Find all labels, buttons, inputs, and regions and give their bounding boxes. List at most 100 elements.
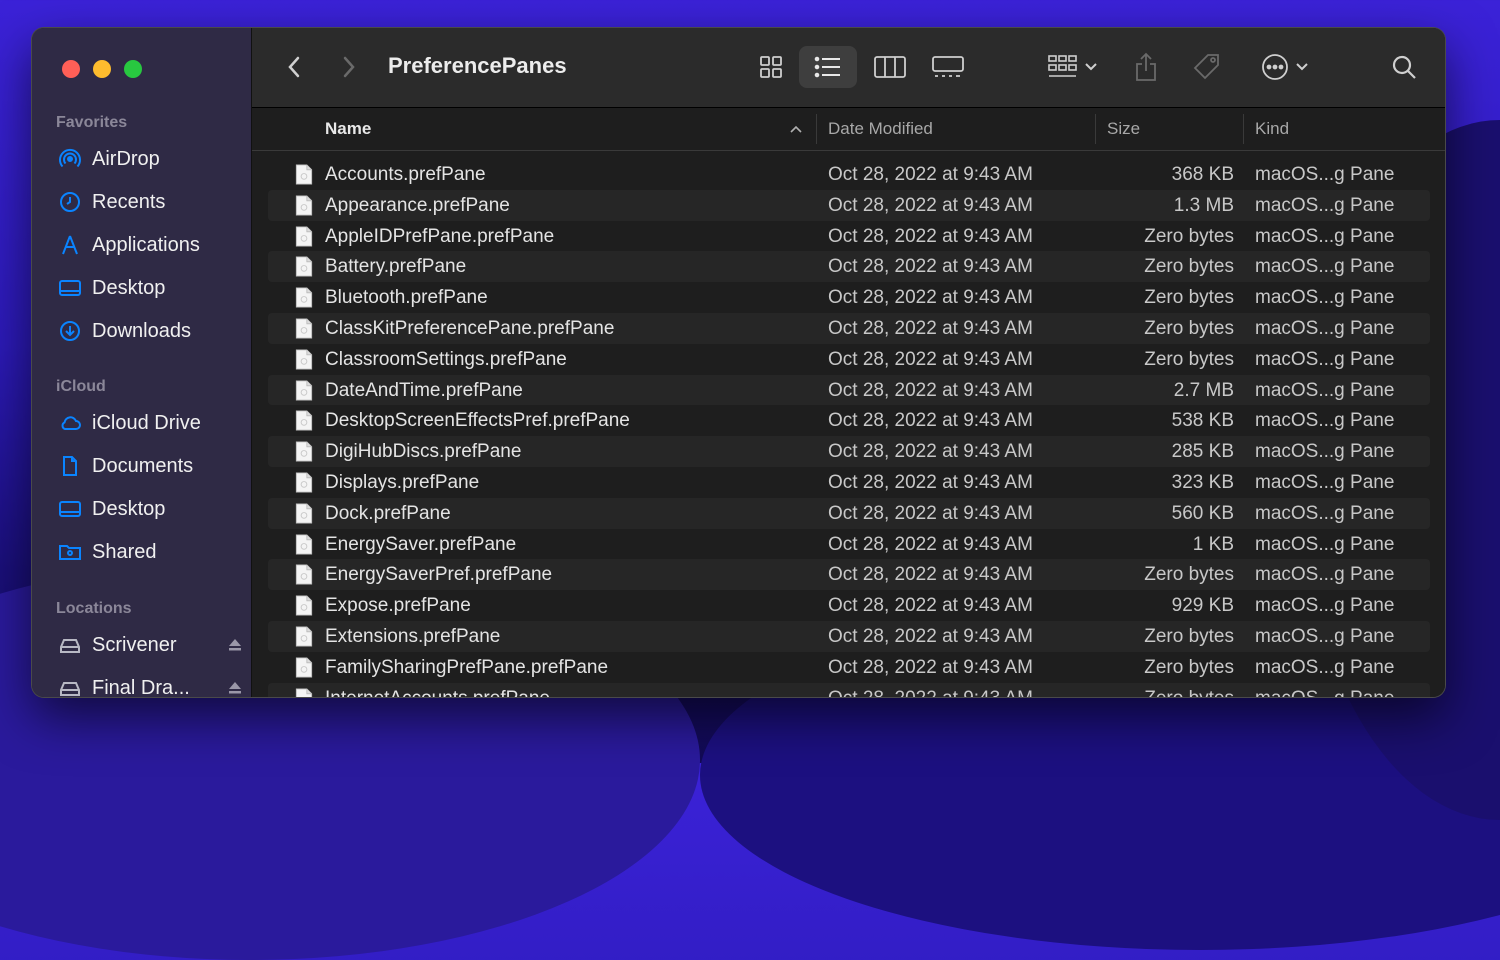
table-row[interactable]: Accounts.prefPane Oct 28, 2022 at 9:43 AM… xyxy=(268,159,1430,190)
cloud-icon xyxy=(58,411,82,435)
icon-view-button[interactable] xyxy=(753,48,789,86)
table-row[interactable]: DateAndTime.prefPane Oct 28, 2022 at 9:43… xyxy=(268,375,1430,406)
ellipsis-circle-icon xyxy=(1261,53,1289,81)
file-date-modified: Oct 28, 2022 at 9:43 AM xyxy=(828,164,1033,186)
file-name: Bluetooth.prefPane xyxy=(325,287,488,309)
list-view-button[interactable] xyxy=(799,46,857,88)
column-name[interactable]: Name xyxy=(325,119,371,139)
column-kind[interactable]: Kind xyxy=(1255,119,1289,139)
column-date-modified[interactable]: Date Modified xyxy=(828,119,933,139)
gallery-view-button[interactable] xyxy=(929,48,967,86)
sidebar-item-label: Scrivener xyxy=(92,634,176,657)
sidebar-item-airdrop[interactable]: AirDrop xyxy=(58,142,160,176)
table-row[interactable]: ClassroomSettings.prefPane Oct 28, 2022 a… xyxy=(268,344,1430,375)
file-date-modified: Oct 28, 2022 at 9:43 AM xyxy=(828,626,1033,648)
sidebar-item-label: Documents xyxy=(92,455,193,478)
file-kind: macOS...g Pane xyxy=(1255,195,1394,217)
table-row[interactable]: ClassKitPreferencePane.prefPaneOct 28, 2… xyxy=(268,313,1430,344)
sidebar-item-icloud-drive[interactable]: iCloud Drive xyxy=(58,406,201,440)
minimize-button[interactable] xyxy=(93,60,111,78)
tag-icon xyxy=(1192,52,1222,82)
sidebar-item-shared[interactable]: Shared xyxy=(58,535,157,569)
sidebar-item-label: Desktop xyxy=(92,277,165,300)
back-button[interactable] xyxy=(282,50,306,84)
file-name: ClassroomSettings.prefPane xyxy=(325,349,567,371)
chevron-left-icon xyxy=(287,55,301,79)
sidebar-item-label: Desktop xyxy=(92,498,165,521)
column-divider[interactable] xyxy=(816,114,817,144)
sidebar-item-recents[interactable]: Recents xyxy=(58,185,165,219)
file-icon xyxy=(294,564,314,585)
table-row[interactable]: EnergySaverPref.prefPaneOct 28, 2022 at … xyxy=(268,559,1430,590)
file-date-modified: Oct 28, 2022 at 9:43 AM xyxy=(828,472,1033,494)
file-date-modified: Oct 28, 2022 at 9:43 AM xyxy=(828,657,1033,679)
sidebar-item-label: Applications xyxy=(92,234,200,257)
share-button[interactable] xyxy=(1130,48,1162,86)
sidebar-item-downloads[interactable]: Downloads xyxy=(58,314,191,348)
gallery-icon xyxy=(932,55,964,79)
file-date-modified: Oct 28, 2022 at 9:43 AM xyxy=(828,380,1033,402)
file-date-modified: Oct 28, 2022 at 9:43 AM xyxy=(828,287,1033,309)
table-row[interactable]: Bluetooth.prefPane Oct 28, 2022 at 9:43 A… xyxy=(268,282,1430,313)
table-row[interactable]: DigiHubDiscs.prefPaneOct 28, 2022 at 9:4… xyxy=(268,436,1430,467)
file-kind: macOS...g Pane xyxy=(1255,318,1394,340)
file-date-modified: Oct 28, 2022 at 9:43 AM xyxy=(828,349,1033,371)
more-actions-button[interactable] xyxy=(1255,48,1315,86)
column-view-button[interactable] xyxy=(871,48,909,86)
column-divider[interactable] xyxy=(1243,114,1244,144)
main-pane: PreferencePanes xyxy=(252,28,1445,697)
sidebar-item-applications[interactable]: Applications xyxy=(58,228,200,262)
shared-folder-icon xyxy=(58,540,82,564)
sidebar: Favorites AirDrop Recents Applications D… xyxy=(32,28,252,697)
table-row[interactable]: AppleIDPrefPane.prefPaneOct 28, 2022 at … xyxy=(268,221,1430,252)
file-size: Zero bytes xyxy=(1144,349,1234,371)
table-row[interactable]: Dock.prefPaneOct 28, 2022 at 9:43 AM560 … xyxy=(268,498,1430,529)
search-button[interactable] xyxy=(1388,50,1420,84)
file-icon xyxy=(294,595,314,616)
file-name: DateAndTime.prefPane xyxy=(325,380,523,402)
file-name: Accounts.prefPane xyxy=(325,164,486,186)
file-size: 323 KB xyxy=(1172,472,1234,494)
tag-button[interactable] xyxy=(1189,48,1225,86)
sidebar-item-label: Shared xyxy=(92,541,157,564)
file-kind: macOS...g Pane xyxy=(1255,441,1394,463)
table-row[interactable]: Extensions.prefPaneOct 28, 2022 at 9:43 … xyxy=(268,621,1430,652)
eject-icon[interactable] xyxy=(228,638,242,652)
table-row[interactable]: Battery.prefPaneOct 28, 2022 at 9:43 AMZ… xyxy=(268,251,1430,282)
columns-icon xyxy=(874,55,906,79)
file-icon xyxy=(294,503,314,524)
table-row[interactable]: Appearance.prefPaneOct 28, 2022 at 9:43 … xyxy=(268,190,1430,221)
sidebar-item-final-draft[interactable]: Final Dra... xyxy=(58,671,248,697)
file-name: ClassKitPreferencePane.prefPane xyxy=(325,318,614,340)
file-icon xyxy=(294,195,314,216)
file-date-modified: Oct 28, 2022 at 9:43 AM xyxy=(828,226,1033,248)
eject-icon[interactable] xyxy=(228,681,242,695)
table-row[interactable]: Expose.prefPaneOct 28, 2022 at 9:43 AM92… xyxy=(268,590,1430,621)
forward-button[interactable] xyxy=(337,50,361,84)
close-button[interactable] xyxy=(62,60,80,78)
file-icon xyxy=(294,441,314,462)
zoom-button[interactable] xyxy=(124,60,142,78)
chevron-down-icon xyxy=(1295,62,1309,72)
column-divider[interactable] xyxy=(1095,114,1096,144)
table-row[interactable]: EnergySaver.prefPaneOct 28, 2022 at 9:43… xyxy=(268,529,1430,560)
sidebar-item-scrivener[interactable]: Scrivener xyxy=(58,628,248,662)
sidebar-item-icloud-desktop[interactable]: Desktop xyxy=(58,492,165,526)
file-icon xyxy=(294,410,314,431)
table-row[interactable]: Displays.prefPaneOct 28, 2022 at 9:43 AM… xyxy=(268,467,1430,498)
chevron-right-icon xyxy=(342,55,356,79)
table-row[interactable]: InternetAccounts.prefPaneOct 28, 2022 at… xyxy=(268,683,1430,697)
file-date-modified: Oct 28, 2022 at 9:43 AM xyxy=(828,595,1033,617)
file-icon xyxy=(294,534,314,555)
sidebar-section-favorites: Favorites xyxy=(56,114,127,132)
sidebar-item-desktop[interactable]: Desktop xyxy=(58,271,165,305)
file-date-modified: Oct 28, 2022 at 9:43 AM xyxy=(828,503,1033,525)
table-row[interactable]: DesktopScreenEffectsPref.prefPaneOct 28,… xyxy=(268,405,1430,436)
table-row[interactable]: FamilySharingPrefPane.prefPaneOct 28, 20… xyxy=(268,652,1430,683)
group-by-button[interactable] xyxy=(1042,48,1104,86)
sidebar-item-documents[interactable]: Documents xyxy=(58,449,193,483)
file-name: EnergySaver.prefPane xyxy=(325,534,516,556)
file-size: 2.7 MB xyxy=(1174,380,1234,402)
column-size[interactable]: Size xyxy=(1107,119,1140,139)
file-size: Zero bytes xyxy=(1144,318,1234,340)
